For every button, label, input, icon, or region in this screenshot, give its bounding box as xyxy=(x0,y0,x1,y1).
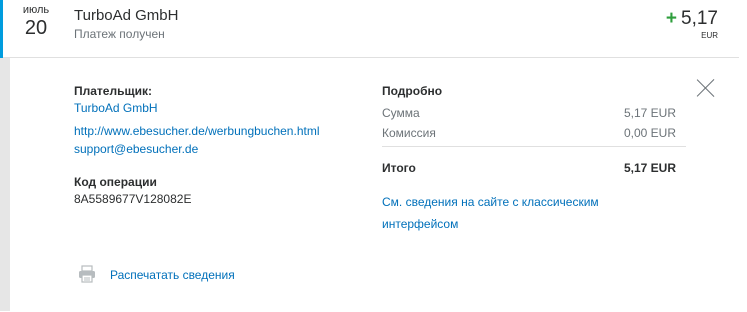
fee-row-label: Комиссия xyxy=(382,126,436,140)
date-month: июль xyxy=(22,4,50,16)
payer-website-link[interactable]: http://www.ebesucher.de/werbungbuchen.ht… xyxy=(74,124,319,138)
transaction-id-value: 8A5589677V128082E xyxy=(74,192,192,206)
close-icon[interactable] xyxy=(696,78,716,98)
transaction-amount: +5,17 EUR xyxy=(666,8,718,41)
amount-row-label: Сумма xyxy=(382,106,420,120)
transaction-status: Платеж получен xyxy=(74,27,165,41)
date-day: 20 xyxy=(24,17,48,39)
printer-icon[interactable] xyxy=(78,265,96,283)
fee-row-value: 0,00 EUR xyxy=(623,126,676,140)
total-label: Итого xyxy=(382,161,416,175)
amount-row-value: 5,17 EUR xyxy=(623,106,676,120)
transaction-date: июль 20 xyxy=(14,4,58,39)
payer-email-link[interactable]: support@ebesucher.de xyxy=(74,142,198,156)
transaction-card: июль 20 TurboAd GmbH Платеж получен +5,1… xyxy=(0,0,739,311)
classic-site-link-line1[interactable]: См. сведения на сайте с классическим xyxy=(382,195,599,209)
details-title: Подробно xyxy=(382,84,443,98)
total-value: 5,17 EUR xyxy=(623,161,676,175)
print-details-link[interactable]: Распечатать сведения xyxy=(110,268,235,282)
payer-label: Плательщик: xyxy=(74,84,152,98)
transaction-id-label: Код операции xyxy=(74,175,157,189)
selection-accent-bar xyxy=(0,0,3,58)
merchant-name: TurboAd GmbH xyxy=(74,7,179,24)
transaction-details-panel: Плательщик: TurboAd GmbH http://www.ebes… xyxy=(0,58,739,311)
payer-name-link[interactable]: TurboAd GmbH xyxy=(74,101,158,115)
amount-currency: EUR xyxy=(701,31,718,40)
summary-divider xyxy=(382,146,686,147)
amount-value: 5,17 xyxy=(681,8,718,29)
amount-sign: + xyxy=(665,8,678,29)
transaction-summary-row[interactable]: июль 20 TurboAd GmbH Платеж получен +5,1… xyxy=(0,0,739,58)
classic-site-link-line2[interactable]: интерфейсом xyxy=(382,217,458,231)
